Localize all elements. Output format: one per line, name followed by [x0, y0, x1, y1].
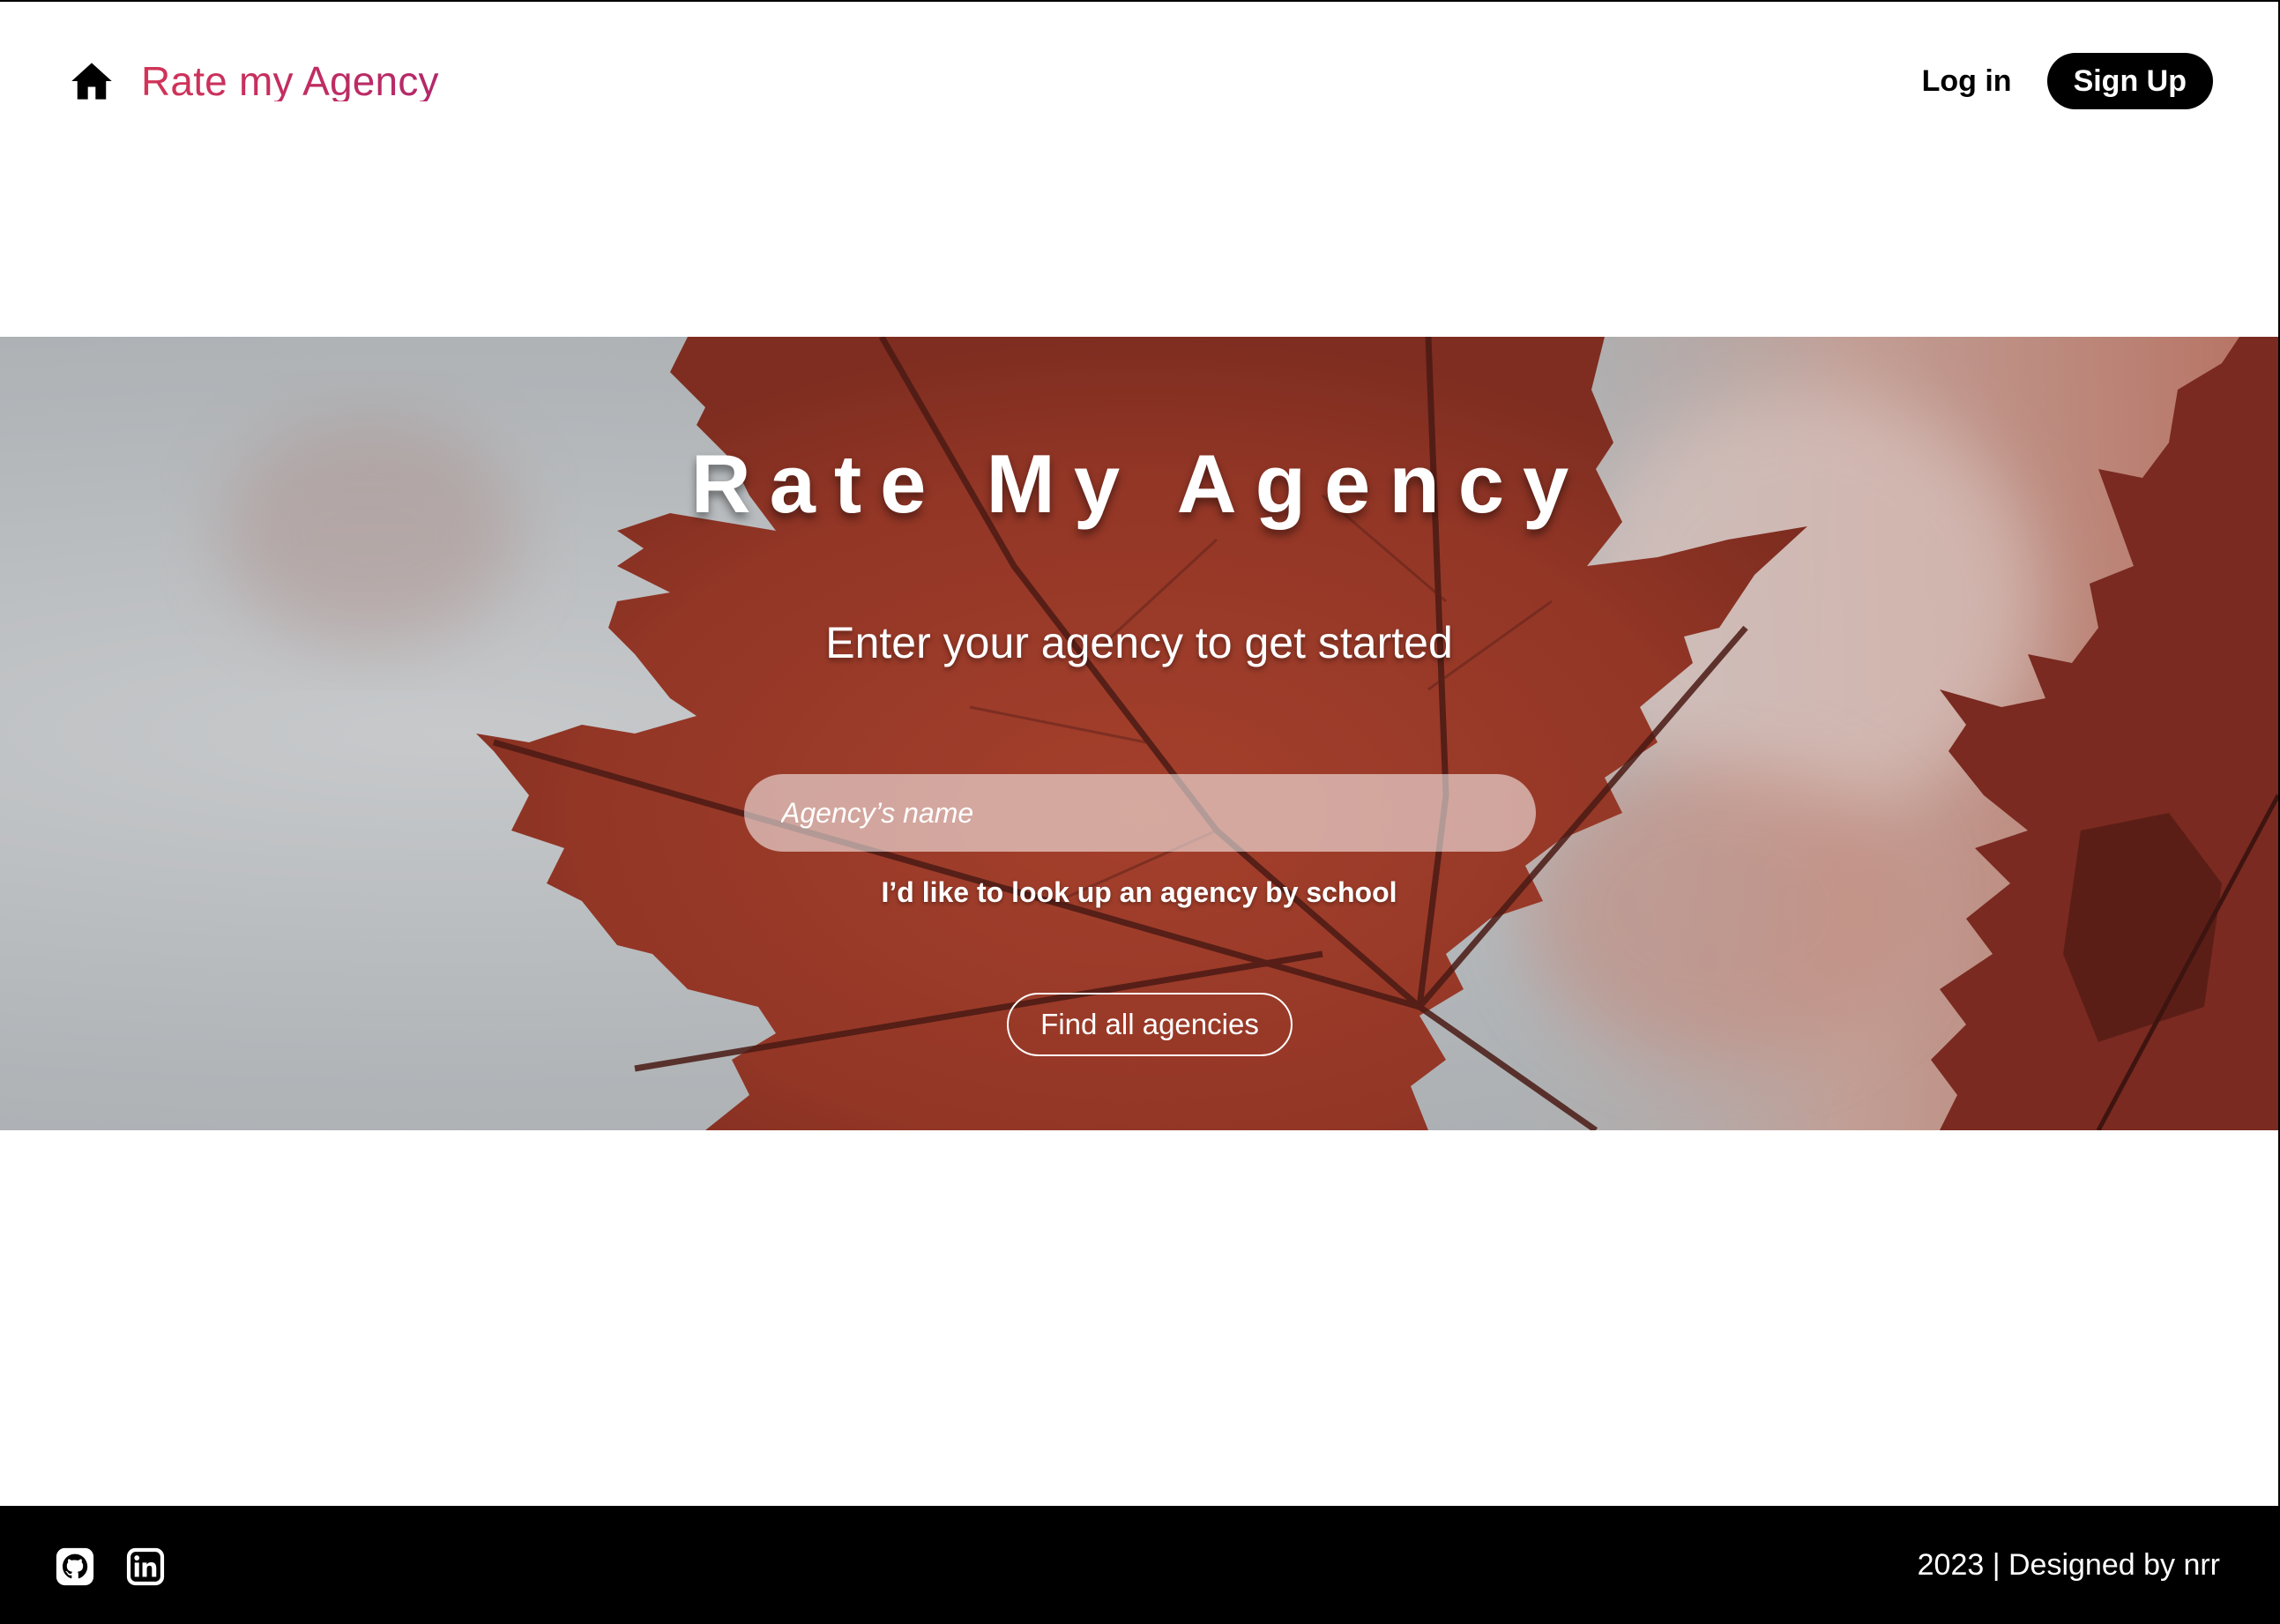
hero-title: Rate My Agency: [690, 437, 1588, 530]
page: Rate my Agency Log in Sign Up Rate My Ag…: [0, 0, 2280, 1624]
lookup-by-school-link[interactable]: I’d like to look up an agency by school: [0, 876, 2278, 909]
footer-social-icons: [55, 1546, 166, 1587]
find-all-agencies-button[interactable]: Find all agencies: [1007, 993, 1293, 1056]
hero-subtitle: Enter your agency to get started: [825, 618, 1453, 667]
hero-banner: Rate My Agency Enter your agency to get …: [0, 337, 2278, 1130]
login-link[interactable]: Log in: [1922, 64, 2012, 99]
footer-credit: 2023 | Designed by nrr: [1917, 1548, 2220, 1582]
linkedin-icon[interactable]: [125, 1546, 166, 1587]
brand-home-link[interactable]: Rate my Agency: [69, 58, 439, 104]
signup-button[interactable]: Sign Up: [2046, 53, 2213, 109]
footer: 2023 | Designed by nrr: [0, 1506, 2278, 1624]
github-icon[interactable]: [55, 1546, 95, 1587]
home-icon: [71, 63, 112, 100]
header-nav: Log in Sign Up: [1922, 53, 2213, 109]
agency-search-input[interactable]: [744, 774, 1536, 852]
brand-title: Rate my Agency: [141, 58, 439, 104]
